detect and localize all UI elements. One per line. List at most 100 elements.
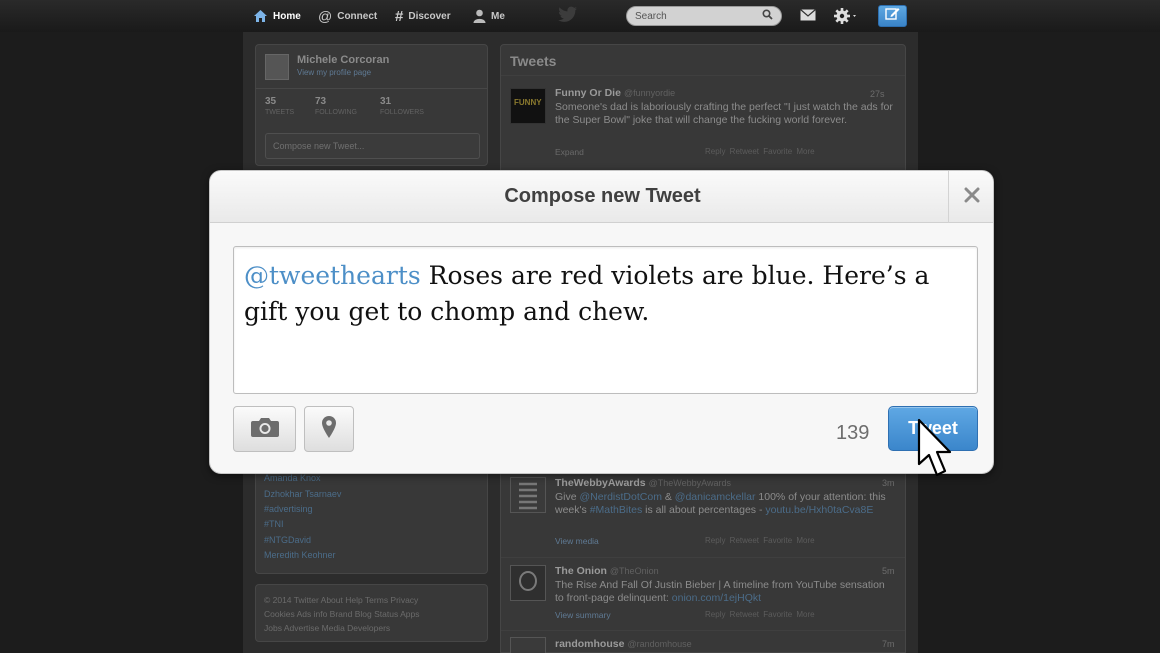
- footer-line[interactable]: Cookies Ads info Brand Blog Status Apps: [264, 607, 419, 621]
- tweet-text-part: is all about percentages -: [642, 504, 766, 516]
- nav-home-label: Home: [273, 10, 301, 22]
- add-location-button[interactable]: [304, 406, 354, 452]
- tweet-handle: @TheOnion: [609, 566, 659, 576]
- tweet-url-link[interactable]: youtu.be/Hxh0taCva8E: [765, 504, 873, 516]
- tweet-textarea[interactable]: @tweethearts Roses are red violets are b…: [233, 246, 978, 394]
- nav-connect[interactable]: @ Connect: [318, 0, 377, 32]
- twitter-bird-icon: [558, 6, 578, 28]
- tweet-avatar[interactable]: [510, 477, 546, 513]
- hash-icon: #: [395, 7, 404, 25]
- tweet-view-summary[interactable]: View summary: [555, 610, 611, 620]
- profile-link[interactable]: View my profile page: [297, 68, 371, 77]
- tweet-view-media[interactable]: View media: [555, 536, 599, 546]
- camera-icon: [250, 416, 280, 443]
- nav-me-label: Me: [491, 10, 505, 22]
- tweet-actions[interactable]: Reply Retweet Favorite More: [705, 536, 815, 545]
- trend-item[interactable]: Amanda Knox: [264, 473, 321, 483]
- onion-logo-icon: [519, 571, 537, 591]
- tweet-text: Someone's dad is laboriously crafting th…: [555, 101, 893, 126]
- tweet-time[interactable]: 7m: [882, 639, 895, 649]
- messages-icon[interactable]: [800, 8, 816, 26]
- tweet-handle: @randomhouse: [627, 639, 692, 649]
- divider: [501, 630, 905, 631]
- trend-item[interactable]: #TNI: [264, 519, 284, 529]
- stat-value: 73: [315, 96, 327, 107]
- compose-tweet-button[interactable]: [878, 5, 907, 27]
- tweet-text-part: &: [661, 491, 675, 503]
- close-button[interactable]: [948, 171, 993, 223]
- webby-spring-icon: [519, 482, 537, 510]
- tweet-handle: @TheWebbyAwards: [648, 478, 731, 488]
- stat-label: TWEETS: [265, 109, 295, 116]
- compose-pen-icon: [884, 6, 901, 26]
- at-icon: @: [318, 8, 333, 24]
- tweet-author-name: randomhouse: [555, 638, 625, 650]
- tweet-mention-link[interactable]: @danicamckellar: [675, 491, 756, 503]
- dialog-header: Compose new Tweet: [210, 171, 993, 223]
- stat-label: FOLLOWING: [315, 109, 358, 116]
- search-input[interactable]: Search: [626, 6, 782, 26]
- search-icon[interactable]: [762, 7, 773, 25]
- add-photo-button[interactable]: [233, 406, 296, 452]
- trend-item[interactable]: #NTGDavid: [264, 535, 311, 545]
- tweet-text-part: Give: [555, 491, 580, 503]
- tweet-text: Give @NerdistDotCom & @danicamckellar 10…: [555, 491, 895, 517]
- footer-line[interactable]: © 2014 Twitter About Help Terms Privacy: [264, 593, 418, 607]
- tweet-actions[interactable]: Reply Retweet Favorite More: [705, 147, 815, 156]
- top-navigation-bar: Home @ Connect # Discover Me Search: [0, 0, 1160, 32]
- stat-followers[interactable]: 31 FOLLOWERS: [380, 96, 424, 116]
- tweet-author[interactable]: randomhouse @randomhouse: [555, 638, 692, 650]
- nav-home[interactable]: Home: [253, 0, 301, 32]
- tweet-avatar[interactable]: [510, 565, 546, 601]
- search-placeholder: Search: [635, 10, 667, 22]
- close-icon: [964, 187, 980, 208]
- gear-icon[interactable]: [833, 7, 859, 30]
- tweet-time[interactable]: 3m: [882, 478, 895, 488]
- tweet-author[interactable]: TheWebbyAwards @TheWebbyAwards: [555, 477, 731, 489]
- timeline-heading: Tweets: [510, 53, 557, 69]
- home-icon: [253, 9, 268, 23]
- compose-tweet-dialog: Compose new Tweet @tweethearts Roses are…: [209, 170, 994, 474]
- tweet-handle: @funnyordie: [623, 88, 676, 98]
- funnyordie-logo-icon: FUNNY: [514, 98, 542, 107]
- tweet-text: The Rise And Fall Of Justin Bieber | A t…: [555, 579, 895, 605]
- avatar[interactable]: [265, 54, 289, 80]
- tweet-avatar[interactable]: [510, 637, 546, 653]
- tweet-hashtag-link[interactable]: #MathBites: [590, 504, 643, 516]
- profile-card: Michele Corcoran View my profile page 35…: [255, 44, 488, 166]
- mouse-pointer-icon: [917, 418, 953, 483]
- nav-discover[interactable]: # Discover: [395, 0, 451, 32]
- profile-name[interactable]: Michele Corcoran: [297, 54, 389, 66]
- tweet-avatar[interactable]: FUNNY: [510, 88, 546, 124]
- tweet-mention: @tweethearts: [244, 261, 421, 290]
- tweet-author[interactable]: The Onion @TheOnion: [555, 565, 659, 577]
- stat-value: 35: [265, 96, 277, 107]
- character-counter: 139: [836, 422, 870, 444]
- footer-line[interactable]: Jobs Advertise Media Developers: [264, 621, 390, 635]
- nav-connect-label: Connect: [337, 10, 378, 22]
- tweet-author-name: The Onion: [555, 565, 607, 577]
- stat-value: 31: [380, 96, 392, 107]
- trend-item[interactable]: Dzhokhar Tsarnaev: [264, 489, 341, 499]
- nav-me[interactable]: Me: [473, 0, 505, 32]
- dialog-title: Compose new Tweet: [504, 185, 701, 207]
- tweet-url-link[interactable]: onion.com/1ejHQkt: [672, 592, 761, 604]
- person-icon: [473, 9, 486, 23]
- tweet-time[interactable]: 27s: [870, 89, 885, 99]
- stat-label: FOLLOWERS: [380, 109, 424, 116]
- tweet-author[interactable]: Funny Or Die @funnyordie: [555, 87, 675, 99]
- stat-following[interactable]: 73 FOLLOWING: [315, 96, 357, 116]
- stat-tweets[interactable]: 35 TWEETS: [265, 96, 294, 116]
- divider: [501, 75, 905, 76]
- tweet-expand[interactable]: Expand: [555, 147, 584, 157]
- mini-compose-input[interactable]: Compose new Tweet...: [265, 133, 480, 159]
- nav-discover-label: Discover: [408, 10, 451, 22]
- trend-item[interactable]: #advertising: [264, 504, 313, 514]
- divider: [501, 557, 905, 558]
- tweet-mention-link[interactable]: @NerdistDotCom: [580, 491, 662, 503]
- tweet-actions[interactable]: Reply Retweet Favorite More: [705, 610, 815, 619]
- trend-item[interactable]: Meredith Keohner: [264, 550, 336, 560]
- tweet-time[interactable]: 5m: [882, 566, 895, 576]
- location-pin-icon: [321, 415, 337, 444]
- tweet-author-name: Funny Or Die: [555, 87, 621, 99]
